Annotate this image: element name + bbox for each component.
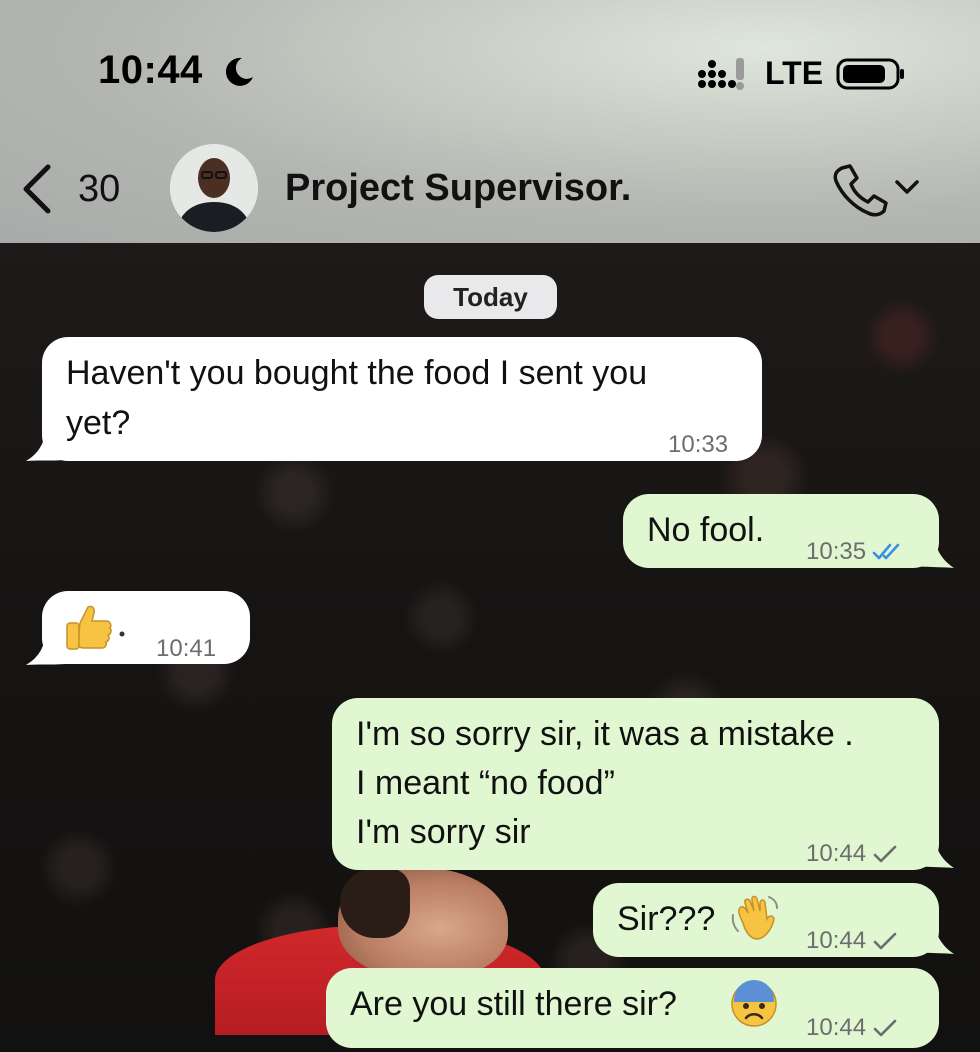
back-chevron-icon[interactable] — [18, 163, 54, 215]
message-text: Sir??? — [617, 900, 716, 938]
message-text: Are you still there sir? — [350, 985, 677, 1023]
message-bubble-incoming[interactable]: Haven't you bought the food I sent you y… — [42, 337, 762, 461]
message-time: 10:33 — [668, 431, 729, 458]
message-text-line: I'm so sorry sir, it was a mistake . — [356, 715, 854, 753]
wallpaper-figure-hair — [340, 868, 410, 938]
message-text-line: I meant “no food” — [356, 764, 615, 802]
message-bubble-outgoing[interactable]: I'm so sorry sir, it was a mistake . I m… — [332, 698, 939, 870]
contact-name[interactable]: Project Supervisor. — [285, 167, 631, 210]
back-unread-count[interactable]: 30 — [78, 168, 120, 211]
avatar-photo — [170, 144, 258, 232]
message-time: 10:41 — [156, 635, 217, 662]
message-text-line: Haven't you bought the food I sent you — [66, 354, 648, 392]
sent-check-icon — [873, 1019, 897, 1037]
message-text-line: yet? — [66, 404, 131, 442]
thumbs-up-emoji-icon — [66, 605, 112, 650]
message-time: 10:44 — [806, 1014, 867, 1041]
signal-icon — [698, 58, 744, 90]
message-bubble-outgoing[interactable]: Are you still there sir? 10:44 — [326, 968, 939, 1048]
chat-header: 10:44 LTE 30 Project Supervisor. — [0, 0, 980, 243]
date-separator: Today — [424, 275, 557, 319]
dot-icon — [119, 631, 125, 637]
message-text-line: I'm sorry sir — [356, 813, 531, 851]
message-time: 10:35 — [806, 538, 867, 565]
message-text: No fool. — [647, 511, 765, 549]
sent-check-icon — [873, 932, 897, 950]
message-time: 10:44 — [806, 927, 867, 954]
contact-avatar[interactable] — [170, 144, 258, 232]
network-label: LTE — [765, 55, 824, 91]
chevron-down-icon[interactable] — [893, 176, 921, 198]
message-bubble-outgoing[interactable]: Sir??? 10:44 — [593, 883, 939, 957]
sent-check-icon — [873, 845, 897, 863]
battery-icon — [836, 58, 904, 90]
message-bubble-incoming[interactable]: 10:41 — [42, 591, 250, 664]
status-time: 10:44 — [98, 48, 203, 92]
message-time: 10:44 — [806, 840, 867, 867]
moon-icon — [225, 57, 253, 86]
phone-call-icon[interactable] — [830, 162, 890, 218]
anxious-face-emoji-icon — [731, 980, 777, 1027]
read-double-check-icon — [872, 543, 900, 560]
message-bubble-outgoing[interactable]: No fool. 10:35 — [623, 494, 939, 568]
waving-hand-emoji-icon — [731, 895, 778, 940]
